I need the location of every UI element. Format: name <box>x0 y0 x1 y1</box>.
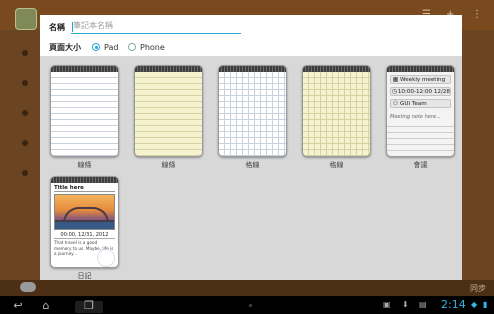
meeting-time-field: ◷ 10:00-12:00 12/28 <box>390 87 451 96</box>
app-icon <box>15 8 37 30</box>
template-thumbnail <box>218 65 287 157</box>
meeting-title: Weekly meeting <box>400 76 446 83</box>
text-cursor <box>72 22 73 32</box>
template-thumbnail <box>50 65 119 157</box>
document-icon: ▤ <box>419 300 427 309</box>
water <box>55 222 114 229</box>
template-caption: 線條 <box>161 161 176 169</box>
template-caption: 日記 <box>77 272 92 280</box>
wifi-icon: ◆ <box>471 300 478 309</box>
calendar-icon: ▦ <box>392 76 399 83</box>
page-size-pad-radio[interactable]: Pad <box>92 41 118 53</box>
background-bottom-bar <box>0 280 494 296</box>
template-caption: 會議 <box>413 161 428 169</box>
binding-strip <box>303 66 370 72</box>
name-row: 名稱 <box>40 15 462 37</box>
meeting-time: 10:00-12:00 12/28 <box>397 88 450 95</box>
notebook-name-input[interactable] <box>71 18 241 34</box>
template-caption: 線條 <box>77 161 92 169</box>
template-grid-yellow[interactable]: 格線 <box>302 65 371 169</box>
template-grid: 線條 線條 格線 格線 ▦ Weekly meeting ◷ 10:00-12:… <box>40 56 462 280</box>
screenshot-icon[interactable]: ▣ <box>383 300 391 309</box>
template-thumbnail: Title here 00:00, 12/31, 2012 That trave… <box>50 176 119 268</box>
meeting-note-lines <box>387 121 454 156</box>
meeting-note: Meeting note here... <box>390 114 441 120</box>
template-lined-white[interactable]: 線條 <box>50 65 119 169</box>
template-grid-white[interactable]: 格線 <box>218 65 287 169</box>
meeting-team: GUI Team <box>400 100 427 107</box>
radio-unselected-icon <box>128 43 136 51</box>
sync-label: 同步 <box>470 284 486 293</box>
clock-icon: ◷ <box>391 88 398 95</box>
download-icon: ⬇ <box>402 300 409 309</box>
diary-date: 00:00, 12/31, 2012 <box>54 232 115 239</box>
binding-strip <box>219 66 286 72</box>
meeting-team-field: ⚇ GUI Team <box>390 99 451 108</box>
people-icon: ⚇ <box>392 100 399 107</box>
back-icon[interactable]: ↩ <box>8 298 28 312</box>
name-label: 名稱 <box>49 23 65 32</box>
diary-photo <box>54 194 115 230</box>
template-caption: 格線 <box>329 161 344 169</box>
binding-strip <box>135 66 202 72</box>
background-notebook-spine <box>0 30 40 280</box>
page-size-row: 頁面大小 Pad Phone <box>40 39 462 55</box>
page-size-label: 頁面大小 <box>49 43 81 52</box>
template-thumbnail <box>134 65 203 157</box>
binding-strip <box>51 177 118 183</box>
binding-strip <box>387 66 454 72</box>
clock-time[interactable]: 2:14 <box>441 298 466 311</box>
template-meeting[interactable]: ▦ Weekly meeting ◷ 10:00-12:00 12/28 ⚇ G… <box>386 65 455 169</box>
template-thumbnail <box>302 65 371 157</box>
page-size-phone-label: Phone <box>140 42 165 52</box>
diary-title: Title here <box>54 185 115 192</box>
binding-strip <box>51 66 118 72</box>
background-right-panel <box>462 30 494 280</box>
new-notebook-dialog: 名稱 頁面大小 Pad Phone 線條 線條 <box>40 15 462 280</box>
radio-selected-icon <box>92 43 100 51</box>
home-icon[interactable]: ⌂ <box>36 298 56 312</box>
template-lined-yellow[interactable]: 線條 <box>134 65 203 169</box>
template-thumbnail: ▦ Weekly meeting ◷ 10:00-12:00 12/28 ⚇ G… <box>386 65 455 157</box>
meeting-title-field: ▦ Weekly meeting <box>390 75 451 84</box>
template-diary[interactable]: Title here 00:00, 12/31, 2012 That trave… <box>50 176 119 280</box>
cloud-icon <box>20 282 36 292</box>
decorative-swirl-icon <box>97 249 115 267</box>
template-caption: 格線 <box>245 161 260 169</box>
battery-icon: ▮ <box>483 300 488 309</box>
recent-apps-icon[interactable]: ❐ <box>79 298 99 312</box>
page-size-pad-label: Pad <box>104 42 119 52</box>
background-more-icon: ⋮ <box>472 9 482 20</box>
page-size-phone-radio[interactable]: Phone <box>128 41 165 53</box>
page-indicator <box>249 304 252 307</box>
